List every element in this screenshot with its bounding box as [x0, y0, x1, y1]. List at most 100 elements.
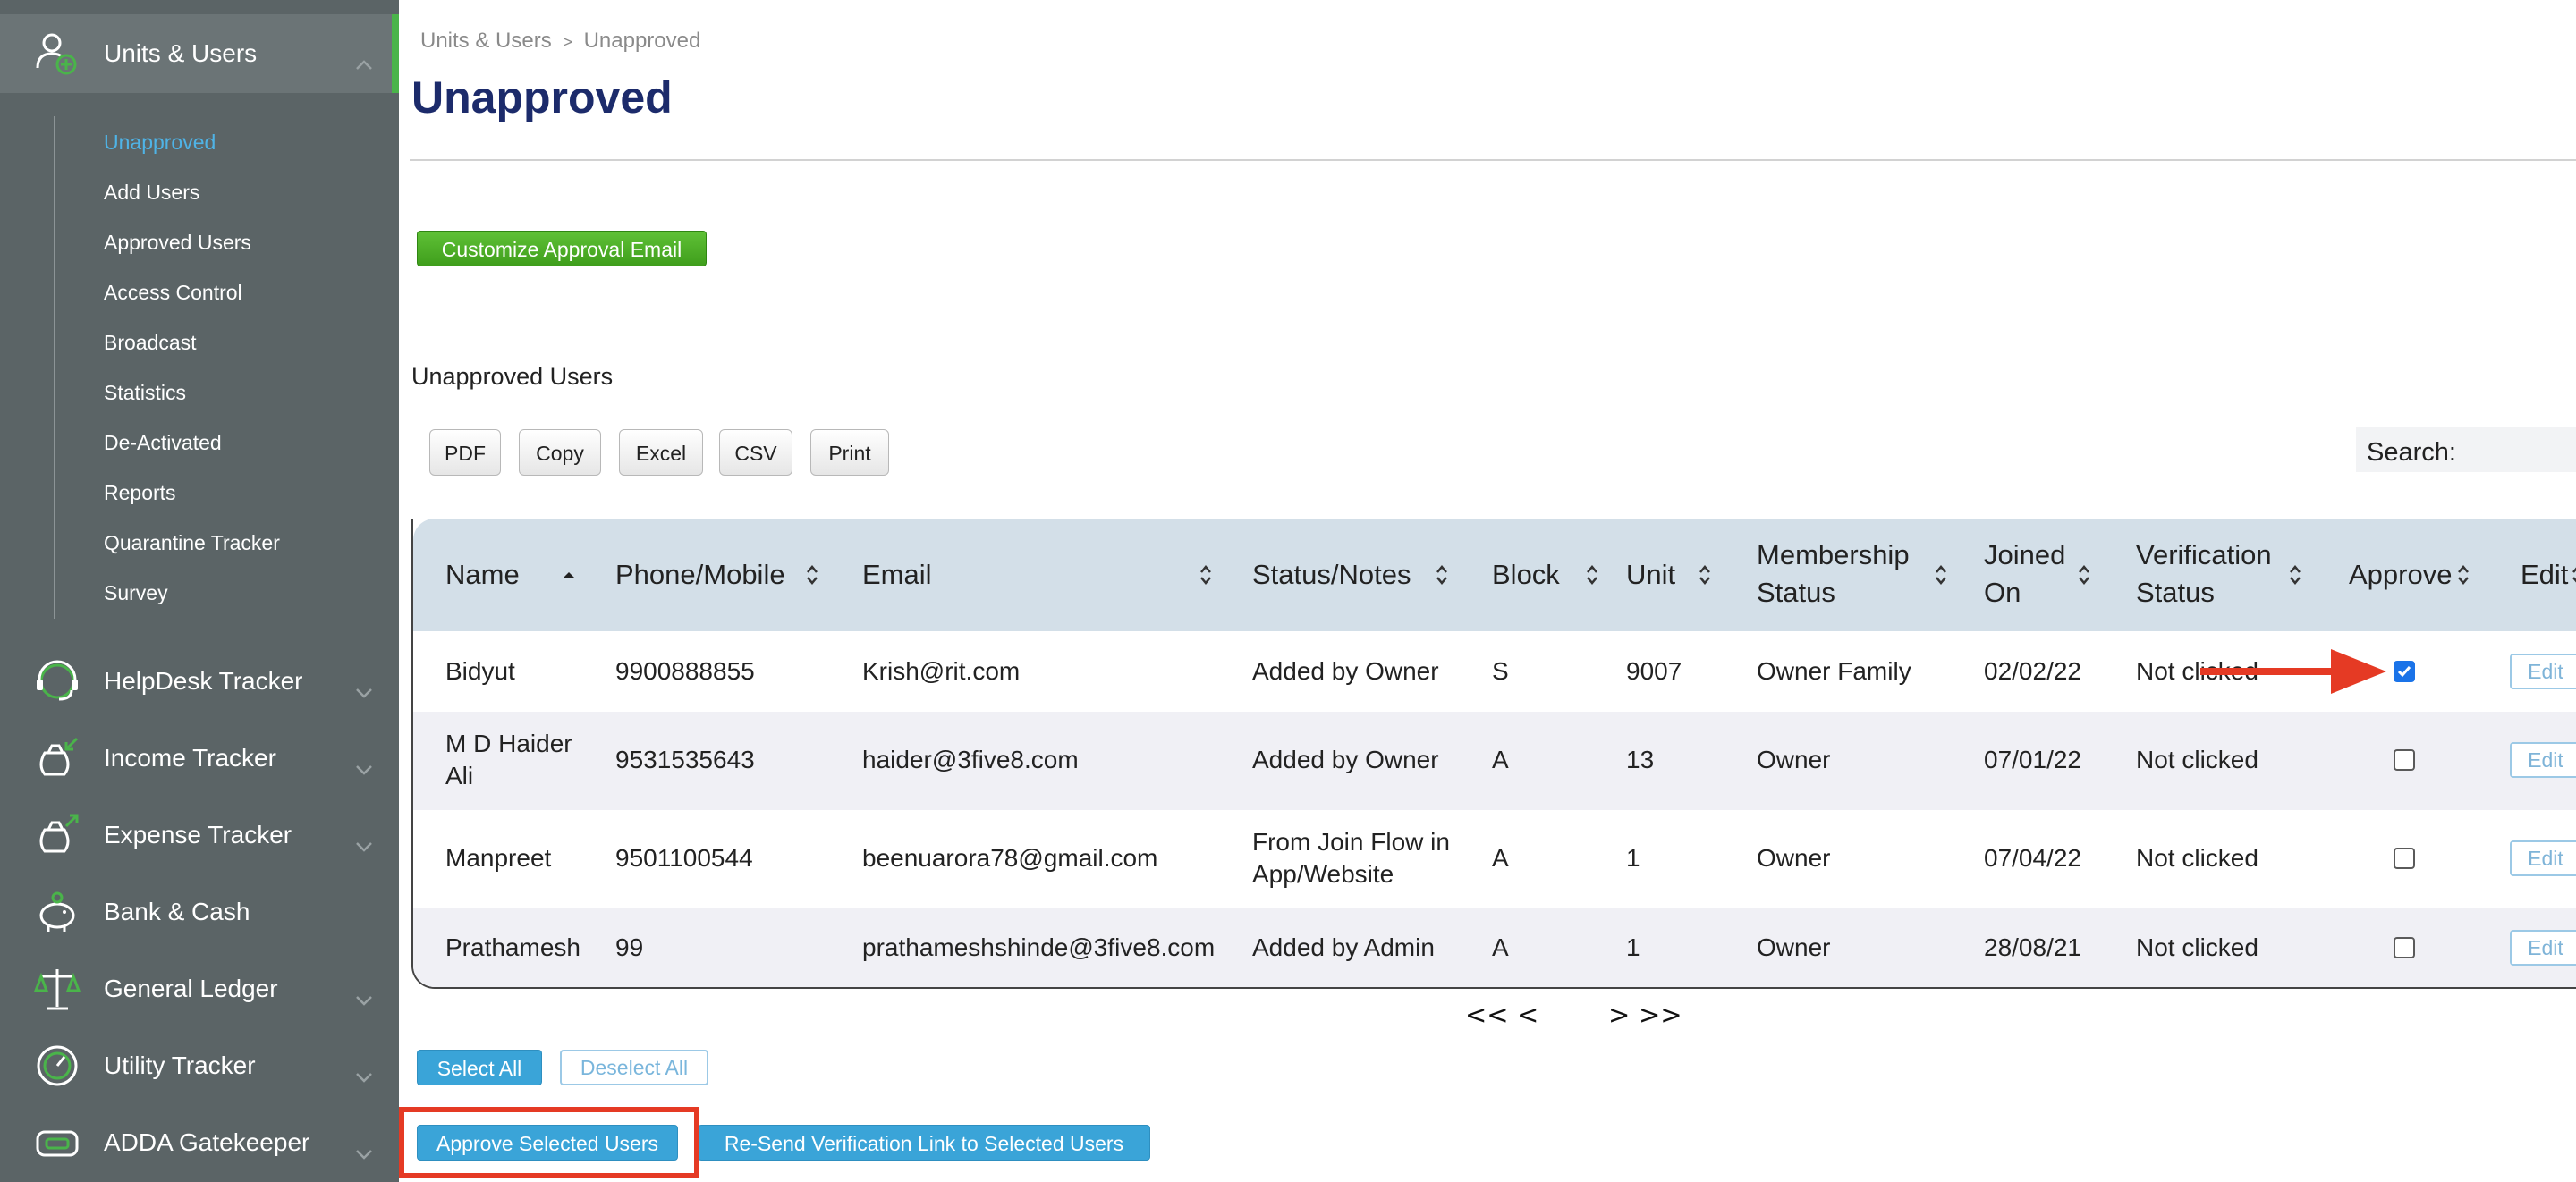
pager-first[interactable]: <<: [1465, 1000, 1509, 1030]
chevron-up-icon[interactable]: [354, 55, 374, 75]
sidebar-subitem-survey[interactable]: Survey: [104, 581, 168, 605]
id-card-icon: [36, 1130, 79, 1157]
deselect-all-button[interactable]: Deselect All: [560, 1050, 708, 1085]
edit-button[interactable]: Edit: [2510, 742, 2576, 778]
approve-checkbox[interactable]: [2394, 749, 2415, 771]
sidebar-subitem-unapproved[interactable]: Unapproved: [104, 131, 216, 155]
cell-name: M D Haider: [445, 730, 572, 757]
resend-verification-link-button[interactable]: Re-Send Verification Link to Selected Us…: [698, 1125, 1150, 1161]
cell-verification: Not clicked: [2136, 933, 2258, 961]
sort-icon[interactable]: [1435, 563, 1449, 587]
sort-icon[interactable]: [1698, 563, 1712, 587]
check-icon: [2397, 666, 2411, 678]
sidebar-item-units-users[interactable]: Units & Users: [0, 14, 399, 93]
cell-status: Added by Owner: [1252, 746, 1439, 773]
sort-icon[interactable]: [2456, 563, 2470, 587]
pager-last[interactable]: >>: [1639, 1000, 1682, 1030]
approve-checkbox[interactable]: [2394, 848, 2415, 869]
sidebar-subitem-approved-users[interactable]: Approved Users: [104, 231, 251, 255]
cell-status-continued: App/Website: [1252, 860, 1394, 888]
column-header-name[interactable]: Name: [445, 556, 520, 594]
sidebar-item-general-ledger[interactable]: General Ledger: [0, 951, 399, 1026]
chevron-down-icon[interactable]: [354, 760, 374, 780]
cell-verification: Not clicked: [2136, 844, 2258, 872]
cell-membership: Owner: [1757, 844, 1831, 872]
search-input[interactable]: [2481, 435, 2576, 469]
column-header-edit[interactable]: Edit: [2521, 556, 2568, 594]
column-header-joined-on[interactable]: Joined On: [1984, 536, 2082, 612]
chevron-down-icon[interactable]: [354, 1144, 374, 1164]
unapproved-users-table: Name Phone/Mobile Email Status/Notes Blo…: [411, 519, 2576, 989]
chevron-down-icon[interactable]: [354, 837, 374, 857]
cell-unit: 13: [1626, 746, 1655, 773]
pager-next[interactable]: >: [1608, 1000, 1630, 1030]
column-header-email[interactable]: Email: [862, 556, 932, 594]
cell-status: Added by Admin: [1252, 933, 1435, 961]
cell-unit: 1: [1626, 844, 1640, 872]
select-all-button[interactable]: Select All: [417, 1050, 542, 1085]
chevron-down-icon[interactable]: [354, 1068, 374, 1087]
sort-icon[interactable]: [2571, 563, 2576, 587]
sort-icon[interactable]: [805, 563, 819, 587]
cell-membership: Owner Family: [1757, 657, 1911, 685]
sidebar-item-income-tracker[interactable]: Income Tracker: [0, 721, 399, 796]
headset-icon: [37, 660, 78, 701]
search-label: Search:: [2367, 438, 2456, 467]
column-header-unit[interactable]: Unit: [1626, 556, 1675, 594]
scales-icon: [33, 969, 81, 1010]
column-header-phone[interactable]: Phone/Mobile: [615, 556, 785, 594]
approve-checkbox[interactable]: [2394, 661, 2415, 682]
column-header-block[interactable]: Block: [1492, 556, 1560, 594]
sort-asc-icon[interactable]: [562, 563, 576, 587]
column-header-membership-status[interactable]: Membership Status: [1757, 536, 1927, 612]
sidebar-item-expense-tracker[interactable]: Expense Tracker: [0, 798, 399, 873]
sidebar-subitem-de-activated[interactable]: De-Activated: [104, 431, 222, 455]
cell-verification: Not clicked: [2136, 746, 2258, 773]
print-button[interactable]: Print: [810, 429, 889, 476]
sidebar-item-label: Units & Users: [104, 39, 258, 67]
cell-name: Bidyut: [445, 657, 515, 685]
cell-joined: 07/01/22: [1984, 746, 2081, 773]
export-excel-button[interactable]: Excel: [619, 429, 703, 476]
cell-phone: 9531535643: [615, 746, 755, 773]
sidebar-item-label: Income Tracker: [104, 744, 276, 772]
sidebar-subitem-statistics[interactable]: Statistics: [104, 381, 186, 405]
cell-email: prathameshshinde@3five8.com: [862, 933, 1216, 961]
breadcrumb-parent[interactable]: Units & Users: [420, 29, 552, 53]
submenu-divider: [54, 116, 55, 619]
sidebar-item-adda-gatekeeper[interactable]: ADDA Gatekeeper: [0, 1105, 399, 1180]
sort-icon[interactable]: [1585, 563, 1599, 587]
cell-status: Added by Owner: [1252, 657, 1439, 685]
export-pdf-button[interactable]: PDF: [429, 429, 501, 476]
sidebar-subitem-broadcast[interactable]: Broadcast: [104, 331, 197, 355]
chevron-down-icon[interactable]: [354, 683, 374, 703]
sort-icon[interactable]: [2077, 563, 2091, 587]
edit-button[interactable]: Edit: [2510, 654, 2576, 689]
cell-name: Prathamesh: [445, 933, 580, 961]
sort-icon[interactable]: [2288, 563, 2302, 587]
copy-button[interactable]: Copy: [519, 429, 601, 476]
sidebar-subitem-add-users[interactable]: Add Users: [104, 181, 199, 205]
cell-unit: 9007: [1626, 657, 1682, 685]
customize-approval-email-button[interactable]: Customize Approval Email: [417, 231, 707, 266]
sidebar-item-utility-tracker[interactable]: Utility Tracker: [0, 1028, 399, 1103]
sidebar-subitem-quarantine-tracker[interactable]: Quarantine Tracker: [104, 531, 280, 555]
breadcrumb: Units & Users > Unapproved: [420, 29, 700, 54]
column-header-approve[interactable]: Approve: [2349, 556, 2452, 594]
table-row: Prathamesh 99 prathameshshinde@3five8.co…: [413, 908, 2576, 987]
sidebar-item-label: ADDA Gatekeeper: [104, 1128, 310, 1156]
sidebar-item-bank-cash[interactable]: Bank & Cash: [0, 874, 399, 950]
sort-icon[interactable]: [1199, 563, 1213, 587]
user-add-icon: [36, 33, 77, 75]
approve-checkbox[interactable]: [2394, 937, 2415, 958]
pager-prev[interactable]: <: [1517, 1000, 1538, 1030]
column-header-status[interactable]: Status/Notes: [1252, 556, 1411, 594]
edit-button[interactable]: Edit: [2510, 840, 2576, 876]
sort-icon[interactable]: [1934, 563, 1948, 587]
export-csv-button[interactable]: CSV: [719, 429, 792, 476]
sidebar-item-helpdesk-tracker[interactable]: HelpDesk Tracker: [0, 644, 399, 719]
sidebar-subitem-reports[interactable]: Reports: [104, 481, 176, 505]
chevron-down-icon[interactable]: [354, 991, 374, 1010]
edit-button[interactable]: Edit: [2510, 930, 2576, 966]
sidebar-subitem-access-control[interactable]: Access Control: [104, 281, 242, 305]
